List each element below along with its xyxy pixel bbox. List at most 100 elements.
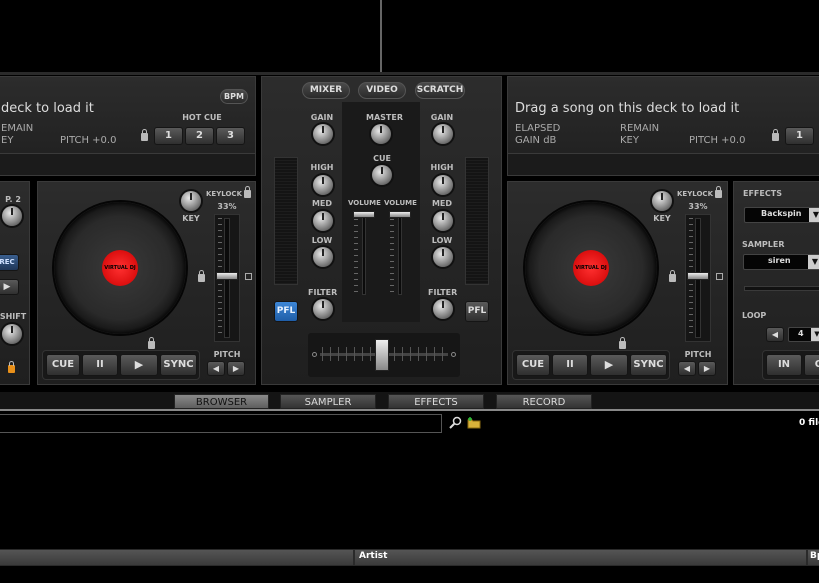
right-pitch-label: PITCH [684, 350, 712, 359]
right-key-knob[interactable] [652, 191, 672, 211]
column-header-artist[interactable]: Artist [355, 550, 806, 565]
rec-button[interactable]: REC [0, 254, 19, 271]
hot-cue-lock-icon[interactable] [141, 129, 148, 141]
tab-video[interactable]: VIDEO [358, 82, 406, 99]
right-med-knob[interactable] [433, 211, 453, 231]
left-low-label: LOW [311, 236, 333, 245]
left-pitch-lock-icon[interactable] [198, 270, 205, 282]
right-low-knob[interactable] [433, 247, 453, 267]
cue-mix-knob[interactable] [372, 165, 392, 185]
right-med-label: MED [431, 199, 453, 208]
left-key-knob-label: KEY [182, 214, 200, 223]
tab-mixer[interactable]: MIXER [302, 82, 350, 99]
left-pfl-button[interactable]: PFL [274, 301, 298, 322]
hot-cue-2-button[interactable]: 2 [185, 127, 214, 145]
right-cue-button[interactable]: CUE [516, 354, 550, 376]
left-low-knob[interactable] [313, 247, 333, 267]
right-high-knob[interactable] [433, 175, 453, 195]
right-remain-label: REMAIN [620, 123, 660, 134]
left-volume-fader[interactable] [353, 211, 375, 218]
crossfader-right-end-icon [451, 352, 456, 357]
tab-sampler[interactable]: SAMPLER [280, 394, 376, 409]
file-count: 0 file [799, 418, 819, 428]
right-pitch-slider-handle[interactable] [687, 272, 709, 280]
right-pitch-lock-icon[interactable] [669, 270, 676, 282]
p2-knob[interactable] [2, 206, 22, 226]
left-pitch-slider-handle[interactable] [216, 272, 238, 280]
left-cue-button[interactable]: CUE [46, 354, 80, 376]
sampler-dropdown-arrow-icon[interactable]: ▼ [808, 255, 819, 269]
shift-knob[interactable] [2, 324, 22, 344]
bpm-button[interactable]: BPM [220, 89, 248, 104]
left-key-knob[interactable] [181, 191, 201, 211]
tab-scratch[interactable]: SCRATCH [415, 82, 465, 99]
left-pitch-up-button[interactable]: ▶ [227, 361, 245, 376]
right-load-hint: Drag a song on this deck to load it [515, 101, 740, 116]
loop-length-select[interactable]: 4 ▼ [788, 327, 819, 342]
effect-dropdown-arrow-icon[interactable]: ▼ [809, 208, 819, 222]
loop-dropdown-arrow-icon[interactable]: ▼ [811, 328, 819, 341]
master-knob[interactable] [371, 124, 391, 144]
left-sync-button[interactable]: SYNC [160, 354, 197, 376]
right-pitch-up-button[interactable]: ▶ [698, 361, 716, 376]
loop-in-button[interactable]: IN [766, 354, 802, 376]
right-gain-label: GAIN dB [515, 135, 557, 146]
left-platter[interactable]: VIRTUAL DJ [54, 202, 186, 334]
right-platter[interactable]: VIRTUAL DJ [525, 202, 657, 334]
side-play-button[interactable]: ▶ [0, 279, 19, 295]
right-filter-knob[interactable] [433, 299, 453, 319]
right-pitch-down-button[interactable]: ◀ [678, 361, 696, 376]
sampler-select-value: siren [768, 256, 791, 265]
right-play-button[interactable]: ▶ [590, 354, 628, 376]
browser-search-input[interactable] [0, 414, 442, 433]
sampler-select[interactable]: siren ▼ [743, 254, 819, 270]
right-pitch-text: PITCH +0.0 [689, 135, 746, 146]
left-high-label: HIGH [310, 163, 334, 172]
left-play-button[interactable]: ▶ [120, 354, 158, 376]
left-platter-lock-icon[interactable] [148, 337, 155, 349]
left-med-knob[interactable] [313, 211, 333, 231]
left-platter-logo: VIRTUAL DJ [102, 250, 138, 286]
right-gain-label: GAIN [430, 113, 454, 122]
left-gain-knob[interactable] [313, 124, 333, 144]
left-pitch-reset-icon[interactable] [245, 273, 252, 280]
left-pitch-down-button[interactable]: ◀ [207, 361, 225, 376]
tab-browser[interactable]: BROWSER [174, 394, 269, 409]
hot-cue-3-button[interactable]: 3 [216, 127, 245, 145]
left-filter-knob[interactable] [313, 299, 333, 319]
sampler-volume-bar[interactable] [744, 286, 819, 291]
hot-cue-1-button[interactable]: 1 [154, 127, 183, 145]
loop-out-button[interactable]: O [804, 354, 819, 376]
column-header-bpm-label: Bp [810, 551, 819, 561]
right-vu-meter [465, 157, 489, 285]
right-sync-button[interactable]: SYNC [630, 354, 667, 376]
tab-record[interactable]: RECORD [496, 394, 592, 409]
loop-decrease-button[interactable]: ◀ [766, 327, 784, 342]
effect-select[interactable]: Backspin ▼ [744, 207, 819, 223]
right-pitch-reset-icon[interactable] [716, 273, 723, 280]
column-header-bpm[interactable]: Bp [808, 550, 819, 565]
right-gain-knob[interactable] [433, 124, 453, 144]
side-lock-icon[interactable] [8, 361, 15, 373]
right-keylock-icon[interactable] [715, 186, 722, 198]
crossfader-left-end-icon [312, 352, 317, 357]
right-volume-fader[interactable] [389, 211, 411, 218]
column-header-blank[interactable] [0, 550, 353, 565]
right-hot-cue-1-button[interactable]: 1 [785, 127, 814, 145]
crossfader-handle[interactable] [375, 339, 389, 371]
right-platter-logo: VIRTUAL DJ [573, 250, 609, 286]
search-options-icon[interactable] [449, 416, 463, 430]
left-pitch-text: PITCH +0.0 [60, 135, 117, 146]
left-high-knob[interactable] [313, 175, 333, 195]
skin-top-edge [0, 72, 819, 75]
add-folder-icon[interactable] [467, 417, 481, 429]
tab-effects[interactable]: EFFECTS [388, 394, 484, 409]
left-side-panel: P. 2 REC ▶ SHIFT [0, 181, 30, 385]
right-pause-button[interactable]: II [552, 354, 588, 376]
right-pfl-button[interactable]: PFL [465, 301, 489, 322]
right-platter-lock-icon[interactable] [619, 337, 626, 349]
column-header-artist-label: Artist [359, 551, 388, 561]
right-hot-cue-lock-icon[interactable] [772, 129, 779, 141]
left-pause-button[interactable]: II [82, 354, 118, 376]
left-keylock-icon[interactable] [244, 186, 251, 198]
